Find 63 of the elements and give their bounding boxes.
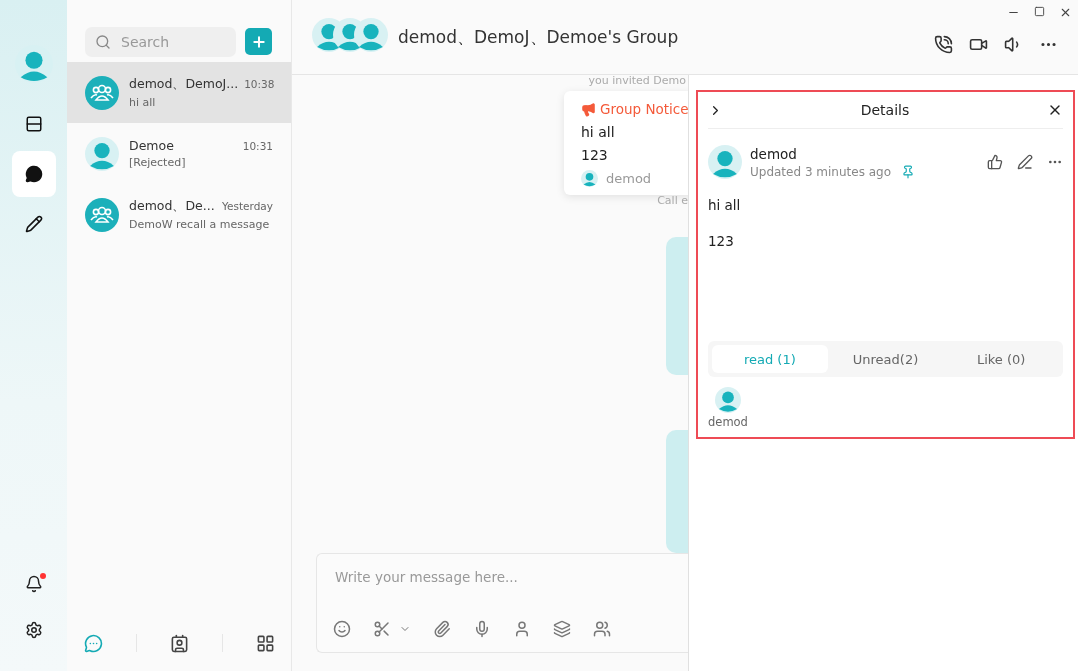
avatar-icon: [708, 145, 742, 179]
notice-text: 123: [708, 233, 735, 249]
scissors-icon[interactable]: [373, 620, 391, 638]
layers-icon[interactable]: [553, 620, 571, 638]
group-icon[interactable]: [593, 620, 611, 638]
conversation-item[interactable]: Demoe 10:31 [Rejected]: [67, 123, 291, 184]
like-icon[interactable]: [987, 154, 1003, 170]
avatar-icon: [85, 136, 119, 171]
group-avatar-icon: [85, 197, 119, 232]
updated-time: Updated 3 minutes ago: [750, 164, 892, 179]
add-button[interactable]: [245, 28, 272, 55]
chat-icon: [24, 165, 43, 183]
avatar-icon: [581, 170, 598, 187]
emoji-icon[interactable]: [333, 620, 351, 638]
search-icon: [95, 33, 111, 50]
conversation-time: Yesterday: [222, 200, 273, 212]
member-avatar-icon: [354, 18, 388, 52]
system-message: Call e: [657, 195, 688, 207]
megaphone-icon: [581, 101, 596, 117]
edit-icon[interactable]: [1017, 154, 1033, 170]
tab[interactable]: Unread(2): [827, 345, 944, 373]
microphone-icon[interactable]: [473, 620, 491, 638]
conversation-preview: DemoW recall a message: [129, 218, 271, 231]
conversation-title: demod、De...: [129, 198, 215, 215]
apps-icon[interactable]: [255, 633, 275, 653]
avatar-icon: [714, 387, 741, 413]
bell-icon[interactable]: [24, 575, 43, 593]
search-box[interactable]: Search: [85, 26, 236, 57]
conversation-title: demod、DemoJ...: [129, 76, 239, 93]
conversation-item[interactable]: demod、De... Yesterday DemoW recall a message: [67, 184, 291, 245]
plus-icon: [250, 33, 267, 50]
notice-text: 123: [581, 147, 609, 163]
message-input[interactable]: Write your message here...: [333, 568, 672, 586]
panel-title: Details: [860, 102, 910, 118]
conversation-title: Demoe: [129, 138, 174, 153]
contacts-icon[interactable]: [169, 633, 189, 653]
tab[interactable]: Like (0): [943, 345, 1059, 373]
reader-name: demod: [708, 415, 748, 429]
rail-item[interactable]: [11, 151, 56, 197]
person-icon[interactable]: [513, 620, 531, 638]
settings-icon[interactable]: [24, 621, 43, 639]
chat-title: demod、DemoJ、Demoe's Group: [398, 25, 679, 49]
notice-text: hi all: [581, 124, 616, 140]
author-name: demod: [750, 145, 798, 162]
notice-text: hi all: [708, 197, 742, 213]
phone-icon[interactable]: [934, 34, 953, 54]
list-icon: [24, 115, 43, 133]
pin-icon[interactable]: [901, 164, 916, 179]
notice-label: Group Notice: [581, 101, 688, 117]
pencil-icon: [24, 215, 43, 233]
conversation-preview: [Rejected]: [129, 156, 187, 169]
close-icon[interactable]: [1059, 6, 1072, 19]
maximize-icon[interactable]: [1034, 6, 1045, 17]
notice-author: demod: [606, 171, 652, 186]
paperclip-icon[interactable]: [433, 620, 451, 638]
conversation-time: 10:31: [242, 140, 273, 152]
conversation-time: 10:38: [244, 78, 275, 90]
group-avatar-icon: [85, 75, 119, 110]
system-message: you invited Demo: [588, 75, 686, 87]
conversation-preview: hi all: [129, 96, 157, 109]
chat-icon[interactable]: [83, 633, 103, 653]
conversation-item[interactable]: demod、DemoJ... 10:38 hi all: [67, 62, 291, 123]
search-field[interactable]: Search: [119, 32, 223, 51]
